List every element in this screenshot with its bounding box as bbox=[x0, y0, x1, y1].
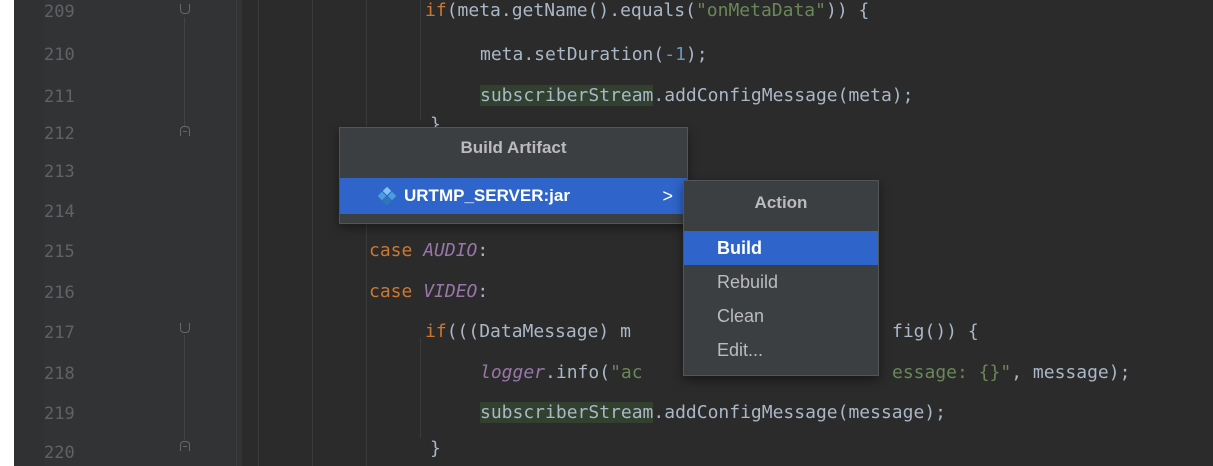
highlighted-identifier: subscriberStream bbox=[480, 402, 654, 423]
code-text: (meta.getName().equals( bbox=[446, 0, 696, 21]
code-text: : bbox=[477, 240, 489, 261]
code-line-215[interactable]: case AUDIO: bbox=[369, 240, 488, 262]
code-text: (((DataMessage) m bbox=[446, 321, 631, 342]
action-clean[interactable]: Clean bbox=[684, 299, 878, 333]
fold-guide bbox=[184, 17, 185, 127]
code-text: meta.setDuration( bbox=[480, 44, 665, 65]
indent-guide bbox=[366, 0, 367, 466]
code-editor[interactable]: 209 210 211 212 213 214 215 216 217 218 … bbox=[14, 0, 1213, 466]
code-text: .addConfigMessage(meta); bbox=[653, 85, 914, 106]
gutter-stripe bbox=[14, 0, 44, 466]
code-line-211[interactable]: subscriberStream.addConfigMessage(meta); bbox=[480, 85, 913, 107]
fold-close-icon[interactable] bbox=[180, 323, 190, 333]
indent-guide bbox=[420, 0, 421, 120]
string-literal: essage: {}" bbox=[892, 362, 1012, 383]
artifact-diamond-icon bbox=[377, 186, 397, 206]
fold-close-icon[interactable] bbox=[180, 4, 190, 14]
code-line-218[interactable]: logger.info("ac bbox=[480, 362, 643, 384]
action-edit[interactable]: Edit... bbox=[684, 333, 878, 367]
code-text: : bbox=[477, 281, 489, 302]
code-line-217[interactable]: if(((DataMessage) m bbox=[425, 321, 631, 343]
code-text: , message); bbox=[1011, 362, 1131, 383]
line-number: 218 bbox=[44, 364, 75, 384]
code-text: fig()) { bbox=[892, 321, 979, 342]
line-number: 219 bbox=[44, 404, 75, 424]
highlighted-identifier: subscriberStream bbox=[480, 85, 654, 106]
line-number: 213 bbox=[44, 162, 75, 182]
popup-title: Build Artifact bbox=[460, 138, 567, 157]
number-literal: -1 bbox=[664, 44, 686, 65]
string-literal: "onMetaData" bbox=[695, 0, 826, 21]
code-line-209[interactable]: if(meta.getName().equals("onMetaData")) … bbox=[425, 0, 869, 22]
string-literal: "ac bbox=[610, 362, 643, 383]
line-number: 209 bbox=[44, 2, 75, 22]
code-line-210[interactable]: meta.setDuration(-1); bbox=[480, 44, 708, 66]
enum-constant: AUDIO bbox=[423, 240, 478, 261]
popup-title: Action bbox=[754, 193, 808, 212]
keyword: if bbox=[425, 0, 447, 21]
code-line-216[interactable]: case VIDEO: bbox=[369, 281, 488, 303]
code-text: .info( bbox=[545, 362, 611, 383]
line-number: 210 bbox=[44, 45, 75, 65]
keyword: if bbox=[425, 321, 447, 342]
code-text: .addConfigMessage(message); bbox=[653, 402, 946, 423]
code-line-218-tail[interactable]: essage: {}", message); bbox=[892, 362, 1130, 384]
line-number: 216 bbox=[44, 283, 75, 303]
line-number: 214 bbox=[44, 202, 75, 222]
line-number: 212 bbox=[44, 124, 75, 144]
line-number: 217 bbox=[44, 323, 75, 343]
code-line-217-tail[interactable]: fig()) { bbox=[892, 321, 979, 343]
keyword: case bbox=[369, 240, 424, 261]
artifact-item-label: URTMP_SERVER:jar bbox=[404, 186, 570, 205]
indent-guide bbox=[312, 0, 313, 466]
keyword: case bbox=[369, 281, 424, 302]
enum-constant: VIDEO bbox=[423, 281, 478, 302]
action-popup: Action Build Rebuild Clean Edit... bbox=[683, 180, 879, 376]
editor-gutter: 209 210 211 212 213 214 215 216 217 218 … bbox=[14, 0, 242, 466]
code-text: } bbox=[430, 438, 441, 459]
code-line-220[interactable]: } bbox=[430, 438, 441, 460]
chevron-right-icon: > bbox=[662, 185, 673, 206]
code-text: ); bbox=[685, 44, 708, 65]
gutter-divider bbox=[236, 0, 237, 466]
field-identifier: logger bbox=[480, 362, 546, 383]
fold-minus-icon bbox=[183, 131, 187, 132]
indent-guide bbox=[420, 338, 421, 438]
line-number: 215 bbox=[44, 242, 75, 262]
fold-minus-icon bbox=[183, 446, 187, 447]
line-number: 220 bbox=[44, 443, 75, 463]
action-build[interactable]: Build bbox=[684, 231, 878, 265]
code-text: )) { bbox=[825, 0, 870, 21]
fold-guide bbox=[184, 335, 185, 440]
code-line-219[interactable]: subscriberStream.addConfigMessage(messag… bbox=[480, 402, 946, 424]
action-rebuild[interactable]: Rebuild bbox=[684, 265, 878, 299]
line-number: 211 bbox=[44, 87, 75, 107]
indent-guide bbox=[258, 0, 259, 466]
build-artifact-popup: Build Artifact URTMP_SERVER:jar > bbox=[339, 127, 688, 224]
artifact-item-urtmp-server-jar[interactable]: URTMP_SERVER:jar > bbox=[340, 178, 687, 214]
